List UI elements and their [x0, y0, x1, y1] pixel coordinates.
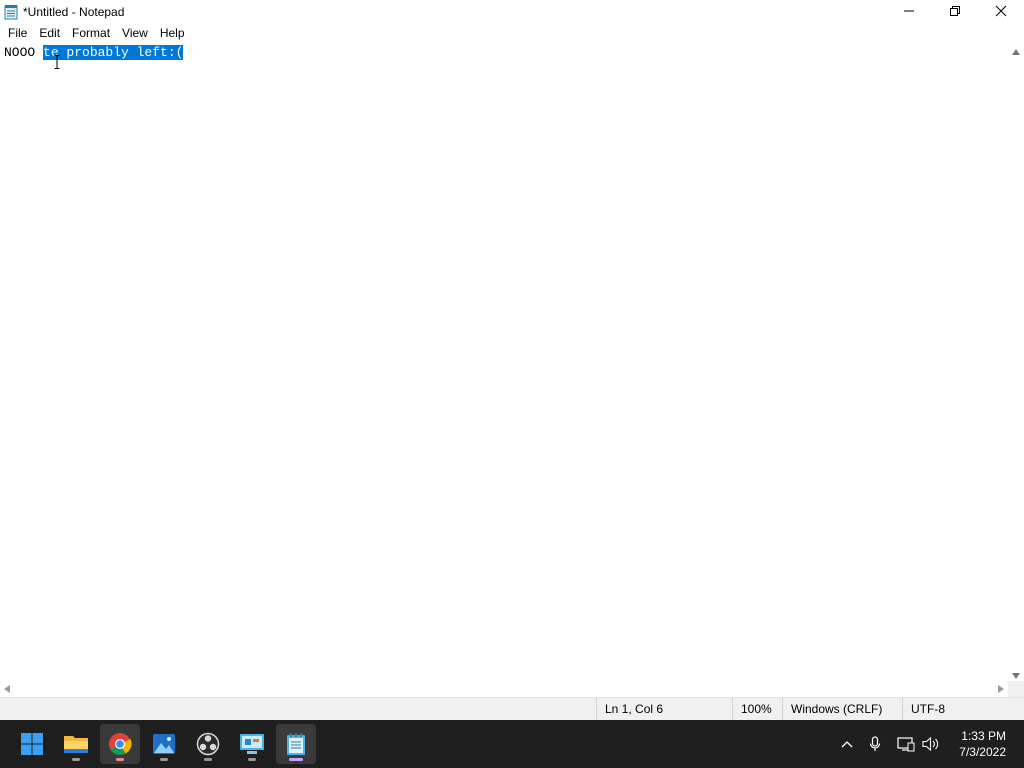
status-line-ending: Windows (CRLF): [782, 698, 902, 721]
clock-date: 7/3/2022: [959, 745, 1006, 759]
show-hidden-icons-button[interactable]: [836, 720, 858, 768]
start-button[interactable]: [12, 724, 52, 764]
restore-icon: [950, 6, 960, 16]
minimize-button[interactable]: [886, 0, 932, 22]
network-icon: [897, 737, 915, 752]
control-panel-icon: [240, 734, 264, 754]
photos-icon: [153, 734, 175, 754]
taskbar-file-explorer[interactable]: [56, 724, 96, 764]
start-icon: [21, 733, 43, 755]
taskbar-chrome[interactable]: [100, 724, 140, 764]
maximize-button[interactable]: [932, 0, 978, 22]
clock-time: 1:33 PM: [961, 729, 1006, 743]
notepad-icon: [287, 733, 305, 755]
close-button[interactable]: [978, 0, 1024, 22]
status-encoding: UTF-8: [902, 698, 1024, 721]
microphone-icon: [869, 736, 881, 751]
minimize-icon: [904, 10, 914, 12]
chevron-up-icon: [841, 741, 853, 748]
volume-icon: [922, 736, 939, 752]
text-cursor-icon: [54, 55, 60, 69]
menu-help[interactable]: Help: [154, 24, 191, 43]
vertical-scrollbar[interactable]: [1008, 43, 1024, 681]
taskbar-control-panel[interactable]: [232, 724, 272, 764]
chrome-icon: [109, 733, 132, 755]
notepad-icon: [4, 4, 18, 20]
clock[interactable]: 1:33 PM 7/3/2022: [959, 728, 1006, 760]
active-indicator: [289, 758, 303, 761]
menu-bar: File Edit Format View Help: [0, 24, 1024, 43]
menu-edit[interactable]: Edit: [33, 24, 66, 43]
scroll-up-icon[interactable]: [1012, 49, 1020, 55]
close-icon: [995, 5, 1007, 17]
status-bar: Ln 1, Col 6 100% Windows (CRLF) UTF-8: [0, 697, 1024, 721]
title-bar[interactable]: *Untitled - Notepad: [0, 0, 1024, 24]
menu-file[interactable]: File: [2, 24, 33, 43]
window-title: *Untitled - Notepad: [23, 5, 125, 19]
taskbar: 1:33 PM 7/3/2022: [0, 720, 1024, 768]
running-indicator: [248, 758, 256, 761]
status-position: Ln 1, Col 6: [596, 698, 732, 721]
text-editor[interactable]: NOOO te probably left:(: [0, 43, 1008, 681]
menu-view[interactable]: View: [116, 24, 154, 43]
taskbar-obs[interactable]: [188, 724, 228, 764]
running-indicator: [116, 758, 124, 761]
scroll-right-icon[interactable]: [998, 685, 1004, 693]
obs-icon: [196, 732, 220, 756]
running-indicator: [72, 758, 80, 761]
window-controls: [886, 0, 1024, 24]
taskbar-photos[interactable]: [144, 724, 184, 764]
microphone-button[interactable]: [864, 720, 886, 768]
running-indicator: [160, 758, 168, 761]
menu-format[interactable]: Format: [66, 24, 116, 43]
network-button[interactable]: [894, 720, 918, 768]
taskbar-notepad[interactable]: [276, 724, 316, 764]
status-zoom: 100%: [732, 698, 782, 721]
selected-text: te probably left:(: [43, 45, 184, 60]
editor-line: NOOO te probably left:(: [4, 45, 184, 61]
editor-text: NOOO: [4, 45, 44, 60]
scroll-left-icon[interactable]: [4, 685, 10, 693]
horizontal-scrollbar[interactable]: [0, 681, 1008, 697]
scrollbar-corner: [1008, 681, 1024, 697]
file-explorer-icon: [64, 736, 88, 753]
running-indicator: [204, 758, 212, 761]
volume-button[interactable]: [920, 720, 942, 768]
scroll-down-icon[interactable]: [1012, 673, 1020, 679]
